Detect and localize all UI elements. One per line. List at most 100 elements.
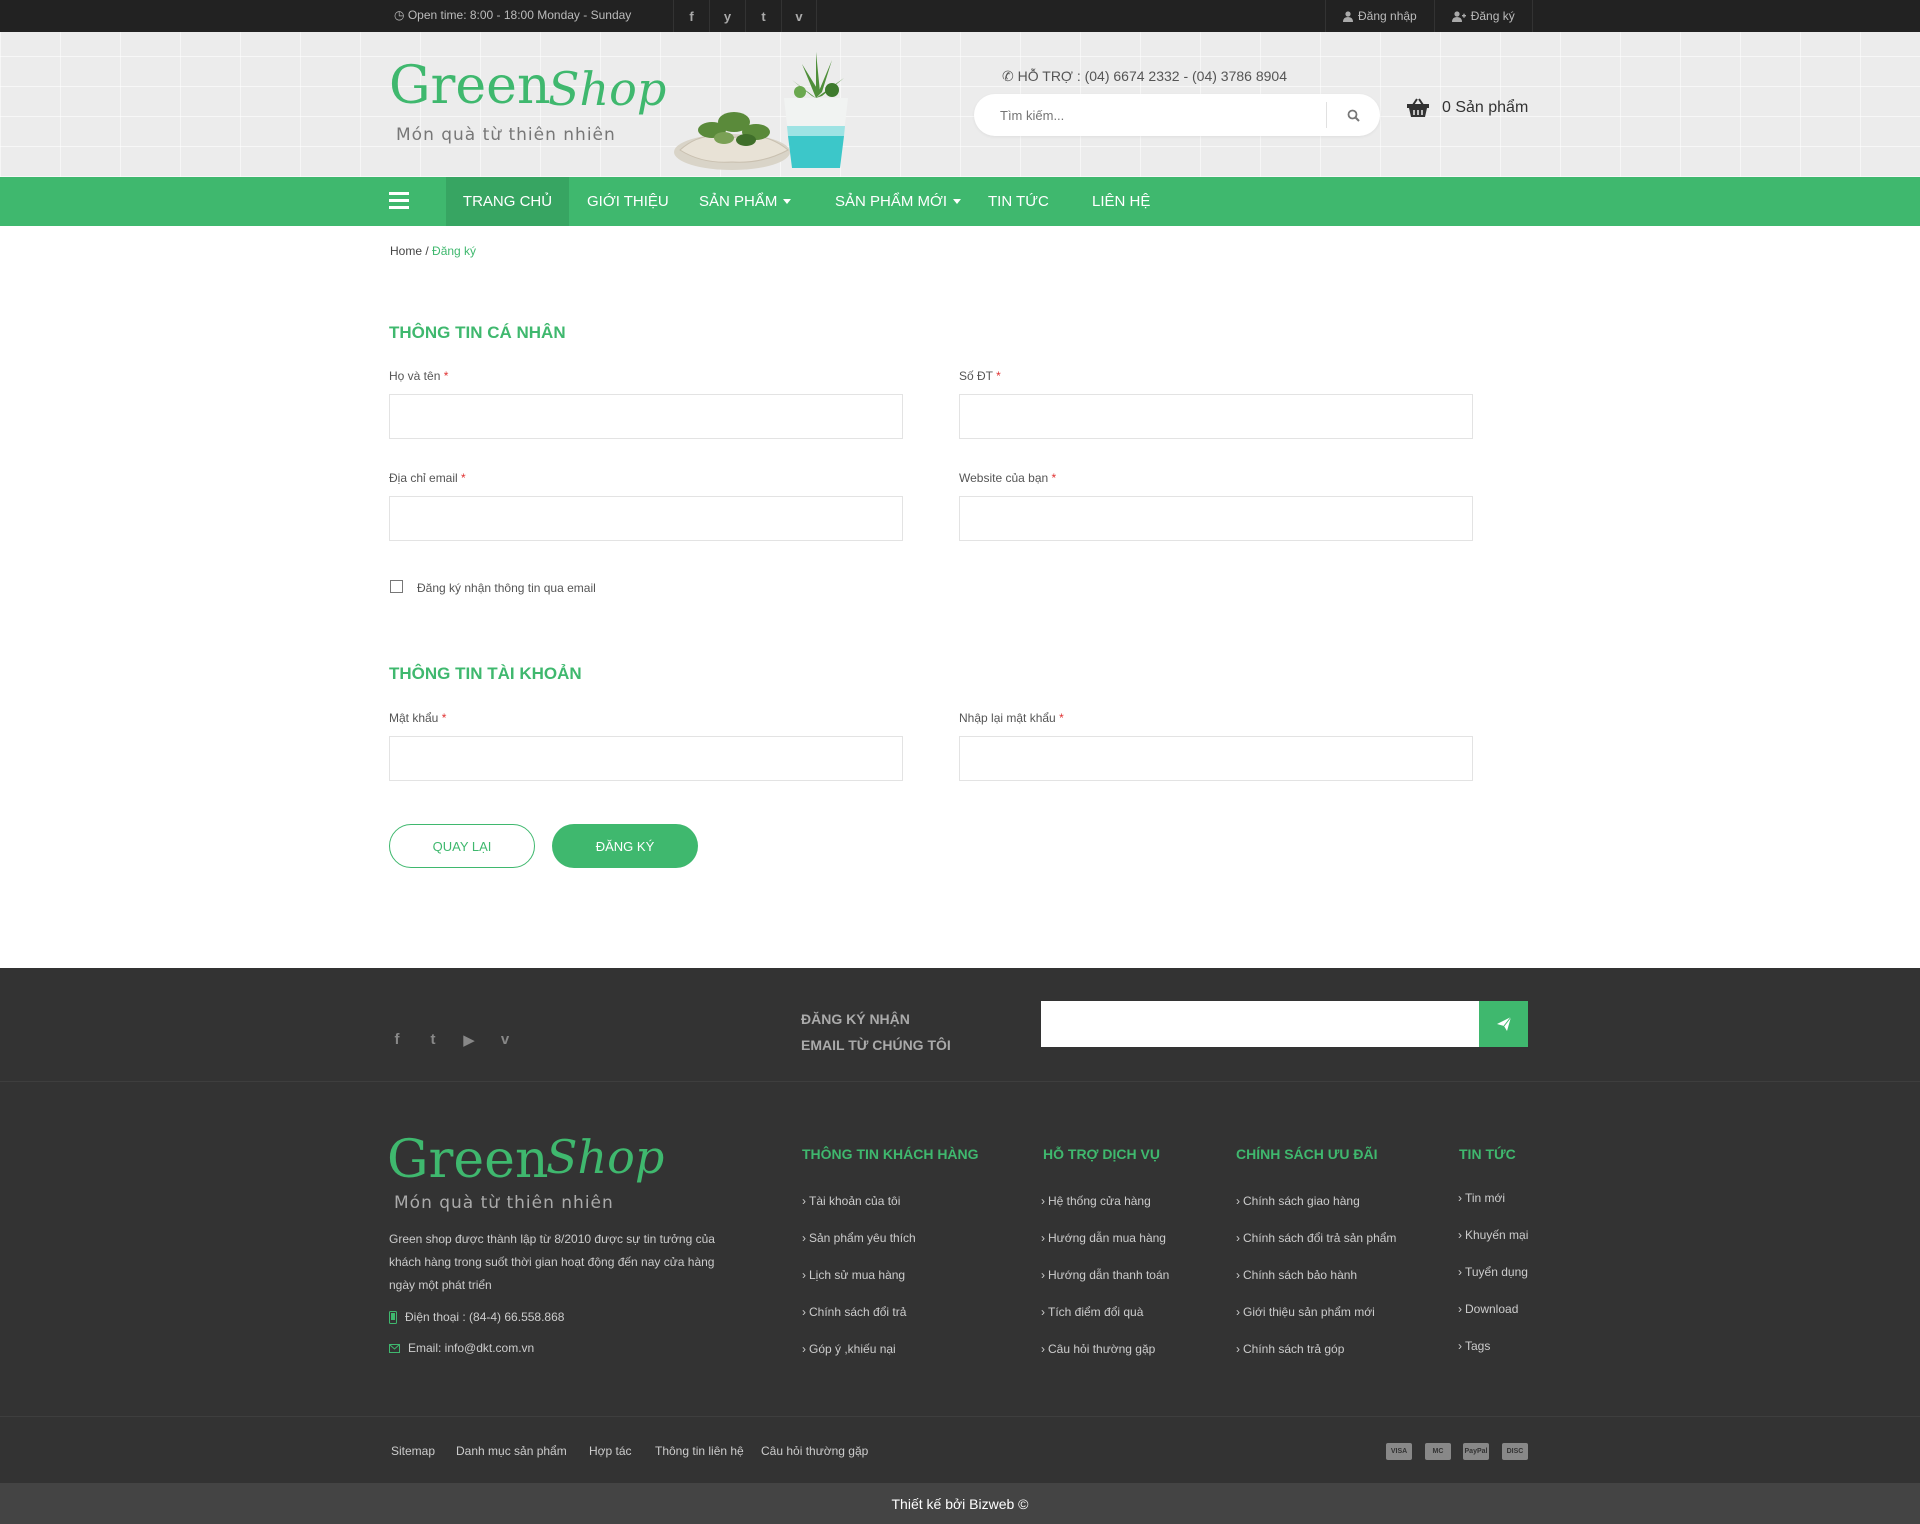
footer-col-customer-title: THÔNG TIN KHÁCH HÀNG bbox=[802, 1146, 979, 1162]
footer-link[interactable]: Download bbox=[1458, 1302, 1518, 1316]
footer-social-links: f t ▶ v bbox=[389, 1031, 513, 1049]
password-label: Mật khẩu * bbox=[389, 711, 447, 725]
newsletter-submit-button[interactable] bbox=[1479, 1001, 1528, 1047]
top-bar: ◷ Open time: 8:00 - 18:00 Monday - Sunda… bbox=[0, 0, 1920, 32]
footer-link[interactable]: Tags bbox=[1458, 1339, 1490, 1353]
footer-col-policy-title: CHÍNH SÁCH ƯU ĐÃI bbox=[1236, 1146, 1378, 1162]
back-button[interactable]: QUAY LẠI bbox=[389, 824, 535, 868]
header bbox=[0, 32, 1920, 177]
footer-link[interactable]: Tích điểm đổi quà bbox=[1041, 1305, 1143, 1319]
send-icon bbox=[1496, 1016, 1511, 1031]
newsletter-email-input[interactable] bbox=[1041, 1001, 1479, 1047]
main-nav: TRANG CHỦ GIỚI THIỆU SẢN PHẨM SẢN PHẨM M… bbox=[0, 177, 1920, 226]
vimeo-icon[interactable]: v bbox=[497, 1031, 513, 1049]
mastercard-icon: MC bbox=[1425, 1443, 1451, 1460]
footer-link[interactable]: Giới thiệu sản phẩm mới bbox=[1236, 1305, 1375, 1319]
bottom-link-faq[interactable]: Câu hỏi thường gặp bbox=[761, 1444, 868, 1458]
nav-item-home[interactable]: TRANG CHỦ bbox=[446, 177, 569, 226]
footer-phone: Điện thoại : (84-4) 66.558.868 bbox=[389, 1310, 564, 1324]
nav-item-news[interactable]: TIN TỨC bbox=[988, 177, 1049, 226]
email-field[interactable] bbox=[389, 496, 903, 541]
website-field[interactable] bbox=[959, 496, 1473, 541]
basket-icon bbox=[1407, 98, 1429, 117]
nav-item-contact[interactable]: LIÊN HỆ bbox=[1092, 177, 1150, 226]
newsletter-checkbox[interactable] bbox=[390, 580, 403, 593]
footer-email: Email: info@dkt.com.vn bbox=[389, 1341, 534, 1355]
search-input[interactable] bbox=[1000, 94, 1300, 136]
bottom-link-sitemap[interactable]: Sitemap bbox=[391, 1444, 435, 1458]
credit-bar: Thiết kế bởi Bizweb © bbox=[0, 1483, 1920, 1524]
support-phone: ✆ HỖ TRỢ : (04) 6674 2332 - (04) 3786 89… bbox=[1002, 68, 1287, 84]
clock-icon: ◷ bbox=[394, 8, 405, 22]
bottom-link-partnership[interactable]: Hợp tác bbox=[589, 1444, 632, 1458]
envelope-icon bbox=[389, 1343, 400, 1353]
footer-link[interactable]: Chính sách trả góp bbox=[1236, 1342, 1344, 1356]
account-info-title: THÔNG TIN TÀI KHOẢN bbox=[389, 664, 582, 683]
youtube-icon[interactable]: ▶ bbox=[461, 1031, 477, 1049]
visa-icon: VISA bbox=[1386, 1443, 1412, 1460]
nav-item-about[interactable]: GIỚI THIỆU bbox=[587, 177, 669, 226]
phone-icon: ✆ bbox=[1002, 68, 1014, 84]
footer-link[interactable]: Câu hỏi thường gặp bbox=[1041, 1342, 1155, 1356]
login-link[interactable]: Đăng nhập bbox=[1325, 0, 1434, 32]
menu-icon[interactable] bbox=[389, 192, 409, 210]
facebook-icon[interactable]: f bbox=[673, 0, 709, 32]
name-field[interactable] bbox=[389, 394, 903, 439]
website-label: Website của bạn * bbox=[959, 471, 1057, 485]
nav-item-new-products[interactable]: SẢN PHẨM MỚI bbox=[835, 177, 962, 226]
footer-col-news-title: TIN TỨC bbox=[1459, 1146, 1516, 1162]
cart-count: 0 Sản phẩm bbox=[1442, 99, 1529, 116]
phone-field[interactable] bbox=[959, 394, 1473, 439]
footer-link[interactable]: Chính sách đổi trả sản phẩm bbox=[1236, 1231, 1396, 1245]
twitter-icon[interactable]: t bbox=[425, 1031, 441, 1049]
name-label: Họ và tên * bbox=[389, 369, 449, 383]
newsletter-checkbox-label: Đăng ký nhận thông tin qua email bbox=[417, 581, 596, 595]
logo-tagline: Món quà từ thiên nhiên bbox=[394, 1193, 614, 1213]
footer-link[interactable]: Lịch sử mua hàng bbox=[802, 1268, 905, 1282]
footer-link[interactable]: Tuyển dụng bbox=[1458, 1265, 1528, 1279]
mobile-phone-icon bbox=[389, 1310, 397, 1324]
breadcrumb-current: Đăng ký bbox=[432, 244, 477, 258]
email-label: Địa chỉ email * bbox=[389, 471, 466, 485]
footer-link[interactable]: Sản phẩm yêu thích bbox=[802, 1231, 916, 1245]
top-social-links: f y t v bbox=[673, 0, 817, 32]
footer-link[interactable]: Hệ thống cửa hàng bbox=[1041, 1194, 1151, 1208]
password-confirm-field[interactable] bbox=[959, 736, 1473, 781]
paypal-icon: PayPal bbox=[1463, 1443, 1489, 1460]
chevron-down-icon bbox=[953, 199, 962, 204]
logo-tagline: Món quà từ thiên nhiên bbox=[396, 125, 616, 145]
footer-divider bbox=[0, 1081, 1920, 1082]
footer-link[interactable]: Chính sách giao hàng bbox=[1236, 1194, 1360, 1208]
nav-item-products[interactable]: SẢN PHẨM bbox=[699, 177, 792, 226]
logo-word-shop: Shop bbox=[546, 1130, 665, 1184]
password-field[interactable] bbox=[389, 736, 903, 781]
tumblr-icon[interactable]: t bbox=[745, 0, 781, 32]
register-button[interactable]: ĐĂNG KÝ bbox=[552, 824, 698, 868]
footer bbox=[0, 968, 1920, 1524]
cart[interactable]: 0 Sản phẩm bbox=[1406, 98, 1528, 118]
footer-link[interactable]: Hướng dẫn mua hàng bbox=[1041, 1231, 1166, 1245]
footer-link[interactable]: Khuyến mại bbox=[1458, 1228, 1528, 1242]
open-time: ◷ Open time: 8:00 - 18:00 Monday - Sunda… bbox=[394, 8, 632, 22]
search-button[interactable] bbox=[1326, 94, 1380, 136]
bottom-link-contact-info[interactable]: Thông tin liên hệ bbox=[655, 1444, 744, 1458]
facebook-icon[interactable]: f bbox=[389, 1031, 405, 1049]
breadcrumb: Home / Đăng ký bbox=[390, 244, 477, 258]
footer-link[interactable]: Chính sách đổi trả bbox=[802, 1305, 906, 1319]
vimeo-icon[interactable]: v bbox=[781, 0, 817, 32]
credit-text: Thiết kế bởi Bizweb © bbox=[891, 1495, 1029, 1512]
newsletter-title: ĐĂNG KÝ NHẬN EMAIL TỪ CHÚNG TÔI bbox=[801, 1011, 951, 1053]
succulent-plant-image bbox=[674, 52, 848, 170]
breadcrumb-home[interactable]: Home bbox=[390, 244, 422, 258]
footer-link[interactable]: Góp ý ,khiếu nại bbox=[802, 1342, 896, 1356]
user-plus-icon bbox=[1451, 10, 1466, 22]
footer-link[interactable]: Tài khoản của tôi bbox=[802, 1194, 900, 1208]
register-link[interactable]: Đăng ký bbox=[1433, 0, 1533, 32]
bottom-link-categories[interactable]: Danh mục sản phẩm bbox=[456, 1444, 567, 1458]
logo-word-shop: Shop bbox=[548, 62, 667, 116]
footer-link[interactable]: Hướng dẫn thanh toán bbox=[1041, 1268, 1169, 1282]
twitter-icon[interactable]: y bbox=[709, 0, 745, 32]
account-links: Đăng nhập Đăng ký bbox=[1325, 0, 1533, 32]
footer-link[interactable]: Chính sách bảo hành bbox=[1236, 1268, 1357, 1282]
footer-link[interactable]: Tin mới bbox=[1458, 1191, 1505, 1205]
